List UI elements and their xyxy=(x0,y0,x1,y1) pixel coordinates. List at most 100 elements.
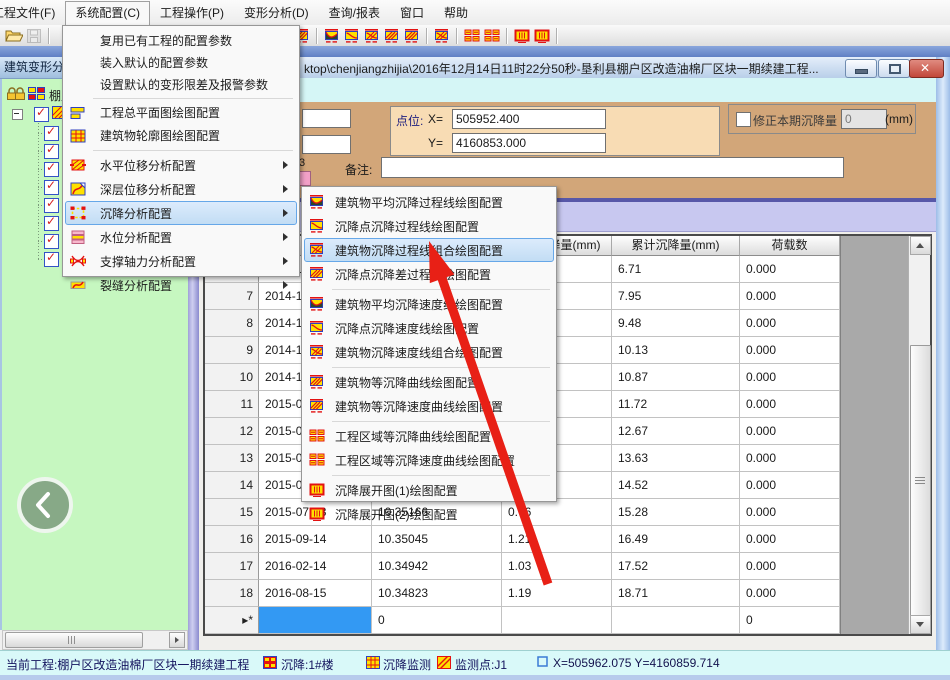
tree-checkbox[interactable]: ✓ xyxy=(44,198,59,213)
table-vscrollbar[interactable] xyxy=(908,236,930,634)
menu-item-0[interactable]: 建筑物平均沉降过程线绘图配置 xyxy=(304,190,554,214)
table-cell[interactable]: 7.95 xyxy=(612,283,740,310)
table-cell[interactable]: 0.000 xyxy=(740,445,840,472)
menu-item-4[interactable]: 建筑物平均沉降速度线绘图配置 xyxy=(304,292,554,316)
table-cell[interactable]: 10.35045 xyxy=(372,526,502,553)
table-cell[interactable]: 13.63 xyxy=(612,445,740,472)
curve-dark-icon[interactable] xyxy=(323,27,341,44)
correction-input[interactable]: 0 xyxy=(841,109,887,129)
menu-item-2[interactable]: 设置默认的变形限差及报警参数 xyxy=(65,73,297,95)
diag-icon[interactable] xyxy=(383,27,401,44)
curve-hatch-icon[interactable] xyxy=(363,27,381,44)
tree-checkbox[interactable]: ✓ xyxy=(44,234,59,249)
menu-item-8[interactable]: 建筑物等沉降速度曲线绘图配置 xyxy=(304,394,554,418)
table-cell[interactable]: 0.000 xyxy=(740,526,840,553)
tree-checkbox[interactable]: ✓ xyxy=(44,144,59,159)
tree-checkbox-row[interactable]: ✓ xyxy=(38,161,59,177)
overlay-back-button[interactable] xyxy=(17,477,73,533)
table-cell[interactable]: 14.52 xyxy=(612,472,740,499)
menu-item-10[interactable]: 工程区域等沉降速度曲线绘图配置 xyxy=(304,448,554,472)
table-cell[interactable]: 9.48 xyxy=(612,310,740,337)
row-header-cell[interactable]: 12 xyxy=(205,418,259,445)
table-cell[interactable]: 0.000 xyxy=(740,418,840,445)
table-cell[interactable]: 10.34823 xyxy=(372,580,502,607)
row-header-cell[interactable]: 14 xyxy=(205,472,259,499)
form-input-2[interactable] xyxy=(302,135,351,154)
tree-node-row[interactable]: ✓ xyxy=(12,106,68,122)
menu-item-7[interactable]: 沉降分析配置 xyxy=(65,201,297,225)
vscroll-thumb[interactable] xyxy=(910,345,931,617)
row-header-cell[interactable]: 17 xyxy=(205,553,259,580)
table-cell[interactable]: 16.49 xyxy=(612,526,740,553)
table-cell[interactable]: 0.000 xyxy=(740,310,840,337)
close-button[interactable] xyxy=(909,59,944,78)
table-cell[interactable]: 2016-08-15 xyxy=(259,580,372,607)
table-cell[interactable]: 11.72 xyxy=(612,391,740,418)
table-cell[interactable]: 0.000 xyxy=(740,337,840,364)
tree-checkbox[interactable]: ✓ xyxy=(44,216,59,231)
table-cell[interactable] xyxy=(259,607,372,634)
table-cell[interactable]: 0.000 xyxy=(740,256,840,283)
form-input-1[interactable] xyxy=(302,109,351,128)
row-header-cell[interactable]: 15 xyxy=(205,499,259,526)
row-header-cell[interactable]: 16 xyxy=(205,526,259,553)
tree-checkbox-row[interactable]: ✓ xyxy=(38,143,59,159)
tree-checkbox-row[interactable]: ✓ xyxy=(38,179,59,195)
menu-item-12[interactable]: 沉降展开图(2)绘图配置 xyxy=(304,502,554,526)
tree-checkbox[interactable]: ✓ xyxy=(44,252,59,267)
tree-checkbox[interactable]: ✓ xyxy=(34,107,49,122)
menu-item-5[interactable]: 水平位移分析配置 xyxy=(65,153,297,177)
diag-icon[interactable] xyxy=(403,27,421,44)
table-cell[interactable]: 6.71 xyxy=(612,256,740,283)
tree-checkbox[interactable]: ✓ xyxy=(44,162,59,177)
tree-checkbox-row[interactable]: ✓ xyxy=(38,197,59,213)
table-cell[interactable]: 0 xyxy=(740,607,840,634)
table-cell[interactable]: 1.21 xyxy=(502,526,612,553)
restore-button[interactable] xyxy=(878,59,910,78)
curve-hatch-icon[interactable] xyxy=(433,27,451,44)
column-header[interactable]: 荷载数 xyxy=(740,236,840,256)
table-cell[interactable]: 0.000 xyxy=(740,580,840,607)
row-header-cell[interactable]: ▸* xyxy=(205,607,259,634)
menu-item-11[interactable]: 沉降展开图(1)绘图配置 xyxy=(304,478,554,502)
table-cell[interactable]: 2016-02-14 xyxy=(259,553,372,580)
menu-item-10[interactable]: 裂缝分析配置 xyxy=(65,273,297,297)
hscroll-thumb[interactable] xyxy=(5,632,143,648)
row-header-cell[interactable]: 10 xyxy=(205,364,259,391)
menubar-item-3[interactable]: 变形分析(D) xyxy=(234,1,319,24)
row-header-cell[interactable]: 18 xyxy=(205,580,259,607)
table-cell[interactable]: 1.03 xyxy=(502,553,612,580)
table-cell[interactable]: 18.71 xyxy=(612,580,740,607)
menu-item-2[interactable]: 建筑物沉降过程线组合绘图配置 xyxy=(304,238,554,262)
save-icon[interactable] xyxy=(25,27,43,44)
table-cell[interactable]: 12.67 xyxy=(612,418,740,445)
open-folder-icon[interactable] xyxy=(5,27,23,44)
menu-item-4[interactable]: 建筑物轮廓图绘图配置 xyxy=(65,124,297,147)
tree-checkbox-row[interactable]: ✓ xyxy=(38,233,59,249)
sidebar-hscrollbar[interactable] xyxy=(2,630,188,650)
menu-item-1[interactable]: 装入默认的配置参数 xyxy=(65,51,297,73)
curve-icon[interactable] xyxy=(343,27,361,44)
menu-item-1[interactable]: 沉降点沉降过程线绘图配置 xyxy=(304,214,554,238)
table-cell[interactable] xyxy=(612,607,740,634)
row-header-cell[interactable]: 9 xyxy=(205,337,259,364)
menu-item-6[interactable]: 建筑物沉降速度线组合绘图配置 xyxy=(304,340,554,364)
menubar-item-5[interactable]: 窗口 xyxy=(390,1,434,24)
table-cell[interactable]: 10.34942 xyxy=(372,553,502,580)
tree-checkbox-row[interactable]: ✓ xyxy=(38,125,59,141)
grid-icon[interactable] xyxy=(463,27,481,44)
x-coordinate-input[interactable]: 505952.400 xyxy=(452,109,606,129)
menu-item-5[interactable]: 沉降点沉降速度线绘图配置 xyxy=(304,316,554,340)
menubar-item-4[interactable]: 查询/报表 xyxy=(319,1,390,24)
table-cell[interactable]: 2015-09-14 xyxy=(259,526,372,553)
row-header-cell[interactable]: 11 xyxy=(205,391,259,418)
table-cell[interactable]: 0.000 xyxy=(740,391,840,418)
menu-item-6[interactable]: 深层位移分析配置 xyxy=(65,177,297,201)
frame-icon[interactable] xyxy=(533,27,551,44)
scroll-down-arrow[interactable] xyxy=(910,615,931,634)
table-cell[interactable]: 0.000 xyxy=(740,283,840,310)
table-cell[interactable]: 15.28 xyxy=(612,499,740,526)
table-cell[interactable]: 0.000 xyxy=(740,553,840,580)
menubar-item-2[interactable]: 工程操作(P) xyxy=(150,1,234,24)
menu-item-3[interactable]: 沉降点沉降差过程线绘图配置 xyxy=(304,262,554,286)
